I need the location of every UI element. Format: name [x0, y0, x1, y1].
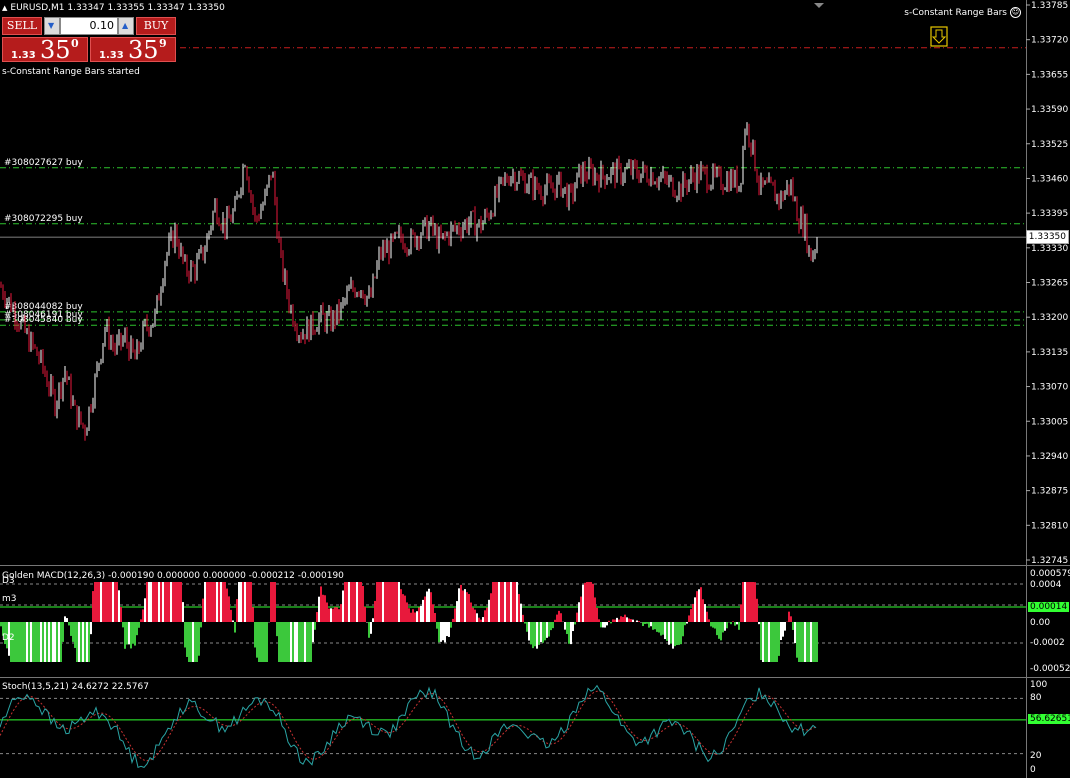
price-tick-label: 1.33265 [1031, 279, 1068, 289]
price-tick-label: 1.32875 [1031, 487, 1068, 497]
price-tick-label: 1.33525 [1031, 140, 1068, 150]
price-tick-label: 1.33785 [1031, 1, 1068, 11]
macd-level-d2: D2 [2, 633, 15, 643]
macd-title: Golden MACD(12,26,3) -0.000190 0.000000 … [2, 571, 344, 581]
stoch-title: Stoch(13,5,21) 24.6272 22.5767 [2, 682, 149, 692]
macd-axis-label: 0.00 [1030, 618, 1051, 628]
chart-title: ▲ EURUSD,M1 1.33347 1.33355 1.33347 1.33… [2, 3, 225, 13]
price-tick-label: 1.32940 [1031, 452, 1068, 462]
price-tick-label: 1.32745 [1031, 556, 1068, 566]
price-tick-label: 1.33005 [1031, 417, 1068, 427]
stochastic-lines [0, 684, 1026, 768]
stoch-current-tag: 56.62651 [1028, 714, 1070, 724]
order-lines: #308027627 buy#308072295 buy#308044082 b… [0, 47, 1026, 326]
sell-price-big: 35 [40, 36, 71, 64]
volume-stepper-up[interactable]: ▲ [118, 17, 134, 35]
symbol-title: EURUSD,M1 1.33347 1.33355 1.33347 1.3335… [10, 3, 225, 13]
buy-price-point: 9 [159, 37, 167, 50]
macd-axis-label: 0.000579 [1030, 569, 1070, 579]
price-tick-label: 1.32810 [1031, 521, 1068, 531]
stoch-signal-line [0, 690, 817, 762]
macd-current-tag: 0.00014 [1028, 602, 1070, 612]
smiley-icon: ☺ [1010, 7, 1021, 18]
price-axis[interactable]: 1.33785 1.33720 1.33655 1.33590 1.33525 1.334… [1026, 1, 1068, 566]
chart-canvas[interactable]: 1.33785 1.33720 1.33655 1.33590 1.33525 1.334… [0, 0, 1070, 778]
sell-price-point: 0 [71, 37, 79, 50]
price-tick-label: 1.33330 [1031, 244, 1068, 254]
price-tick-label: 1.33590 [1031, 105, 1068, 115]
macd-axis-label: -0.0002 [1030, 638, 1065, 648]
price-tick-label: 1.33655 [1031, 70, 1068, 80]
stoch-main-line [0, 684, 817, 768]
stoch-axis-label: 0 [1030, 765, 1036, 775]
macd-histogram [0, 582, 1026, 662]
current-price-tag: 1.33350 [1025, 230, 1069, 245]
buy-price-big: 35 [128, 36, 159, 64]
volume-stepper-down[interactable]: ▼ [44, 17, 60, 35]
macd-axis-label: 0.0004 [1030, 580, 1062, 590]
indicator-name: s-Constant Range Bars [904, 7, 1007, 18]
price-tick-label: 1.33395 [1031, 209, 1068, 219]
sell-button[interactable]: SELL [2, 17, 42, 35]
macd-axis-label: -0.000529 [1030, 664, 1070, 674]
order-label: #308027627 buy [4, 158, 83, 168]
chevron-down-icon: ▼ [48, 21, 55, 30]
price-tick-label: 1.33460 [1031, 174, 1068, 184]
price-candles [0, 122, 818, 441]
macd-level-m3: m3 [2, 594, 17, 604]
chart-shift-marker[interactable] [814, 3, 824, 8]
status-text: s-Constant Range Bars started [2, 67, 140, 77]
sell-price-prefix: 1.33 [11, 50, 36, 61]
price-tick-label: 1.33070 [1031, 383, 1068, 393]
indicator-label: s-Constant Range Bars ☺ [904, 7, 1021, 18]
stoch-axis-label: 20 [1030, 751, 1042, 761]
order-label: #308045840 buy [4, 315, 83, 325]
stoch-axis-label: 80 [1030, 693, 1042, 703]
order-label: #308072295 buy [4, 214, 83, 224]
chevron-up-icon: ▲ [122, 21, 129, 30]
price-tick-label: 1.33135 [1031, 348, 1068, 358]
down-arrow-icon [931, 29, 947, 44]
buy-button[interactable]: BUY [136, 17, 176, 35]
stoch-axis-label: 100 [1030, 680, 1048, 690]
volume-input[interactable]: 0.10 [60, 17, 118, 35]
price-tick-label: 1.33200 [1031, 313, 1068, 323]
caret-up-icon: ▲ [2, 4, 8, 12]
sell-price-button[interactable]: 1.33 35 0 [2, 36, 88, 64]
macd-level-d3: D3 [2, 576, 15, 586]
buy-price-button[interactable]: 1.33 35 9 [90, 36, 176, 64]
buy-price-prefix: 1.33 [99, 50, 124, 61]
price-tick-label: 1.33720 [1031, 36, 1068, 46]
